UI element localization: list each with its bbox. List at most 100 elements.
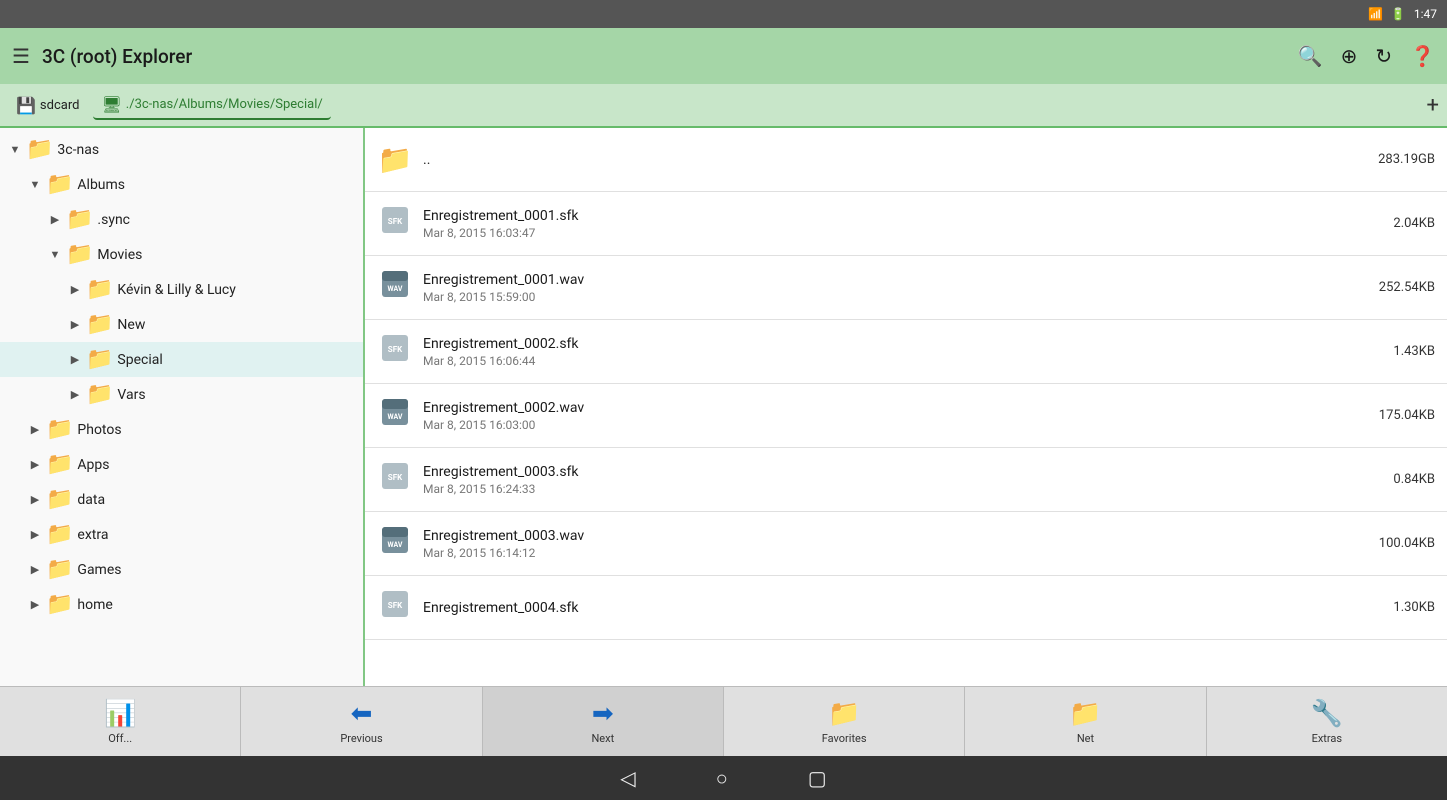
nav-item-net[interactable]: 📁Net bbox=[965, 687, 1206, 756]
file-name: Enregistrement_0001.wav bbox=[423, 272, 1369, 288]
sidebar-item-Games[interactable]: ▶📁Games bbox=[0, 552, 363, 587]
file-size: 100.04KB bbox=[1379, 536, 1435, 551]
file-name: Enregistrement_0003.sfk bbox=[423, 464, 1383, 480]
arrow-icon: ▶ bbox=[28, 493, 42, 506]
sidebar-item-Kevin[interactable]: ▶📁Kévin & Lilly & Lucy bbox=[0, 272, 363, 307]
sidebar-item-.sync[interactable]: ▶ 📁.sync bbox=[0, 202, 363, 237]
folder-icon: 📁 bbox=[46, 487, 73, 512]
file-icon-sfk: SFK bbox=[377, 333, 413, 370]
folder-icon: 📁 bbox=[46, 592, 73, 617]
add-icon[interactable]: ⊕ bbox=[1341, 44, 1358, 68]
sidebar-item-Apps[interactable]: ▶📁Apps bbox=[0, 447, 363, 482]
file-icon-sfk: SFK bbox=[377, 205, 413, 242]
breadcrumb-sdcard[interactable]: 💾 sdcard bbox=[8, 92, 87, 119]
file-row[interactable]: 📁.. 283.19GB bbox=[365, 128, 1447, 192]
svg-text:SFK: SFK bbox=[388, 473, 403, 482]
offline-nav-label: Off... bbox=[108, 732, 132, 745]
file-row[interactable]: WAV Enregistrement_0003.wavMar 8, 2015 16… bbox=[365, 512, 1447, 576]
sidebar-item-label: Kévin & Lilly & Lucy bbox=[117, 282, 235, 298]
svg-text:WAV: WAV bbox=[388, 541, 403, 549]
folder-icon: 📁 bbox=[86, 277, 113, 302]
file-row[interactable]: WAVEnregistrement_0002.wavMar 8, 2015 16… bbox=[365, 384, 1447, 448]
file-date: Mar 8, 2015 16:24:33 bbox=[423, 482, 1383, 496]
time-display: 1:47 bbox=[1414, 7, 1437, 21]
sidebar-item-home[interactable]: ▶📁home bbox=[0, 587, 363, 622]
sidebar-item-data[interactable]: ▶ 📁data bbox=[0, 482, 363, 517]
recents-button[interactable]: ▢ bbox=[808, 766, 827, 790]
nav-item-extras[interactable]: 🔧Extras bbox=[1207, 687, 1447, 756]
file-name: .. bbox=[423, 152, 1368, 168]
sidebar: ▼📁3c-nas▼📁Albums▶📁.sync▼📁Movies▶📁Kévin &… bbox=[0, 128, 365, 686]
menu-icon[interactable]: ☰ bbox=[12, 44, 30, 68]
arrow-icon: ▶ bbox=[28, 563, 42, 576]
file-date: Mar 8, 2015 16:06:44 bbox=[423, 354, 1383, 368]
arrow-icon: ▶ bbox=[48, 213, 62, 226]
signal-icon: 📶 bbox=[1368, 7, 1383, 21]
svg-text:SFK: SFK bbox=[388, 601, 403, 610]
file-size: 1.43KB bbox=[1393, 344, 1435, 359]
file-size: 0.84KB bbox=[1393, 472, 1435, 487]
breadcrumb-nas[interactable]: 🖥 ./3c-nas/Albums/Movies/Special/ bbox=[93, 91, 330, 120]
file-date: Mar 8, 2015 15:59:00 bbox=[423, 290, 1369, 304]
sidebar-item-label: .sync bbox=[97, 212, 130, 228]
app-title: 3C (root) Explorer bbox=[42, 45, 1286, 68]
breadcrumb-sdcard-label: sdcard bbox=[40, 98, 80, 113]
file-row[interactable]: SFKEnregistrement_0004.sfk1.30KB bbox=[365, 576, 1447, 640]
breadcrumb-add-button[interactable]: + bbox=[1427, 93, 1439, 118]
arrow-icon: ▶ bbox=[28, 423, 42, 436]
file-list: 📁.. 283.19GB SFK Enregistrement_0001.sfk Mar… bbox=[365, 128, 1447, 686]
file-row[interactable]: SFKEnregistrement_0002.sfkMar 8, 2015 16… bbox=[365, 320, 1447, 384]
sidebar-item-3c-nas[interactable]: ▼📁3c-nas bbox=[0, 132, 363, 167]
next-nav-label: Next bbox=[591, 732, 614, 745]
file-date: Mar 8, 2015 16:03:47 bbox=[423, 226, 1383, 240]
sidebar-item-Movies[interactable]: ▼📁Movies bbox=[0, 237, 363, 272]
sidebar-item-label: Special bbox=[117, 352, 162, 368]
sidebar-item-extra[interactable]: ▶📁extra bbox=[0, 517, 363, 552]
file-icon-folder: 📁 bbox=[377, 143, 413, 176]
file-size: 2.04KB bbox=[1393, 216, 1435, 231]
folder-icon: 📁 bbox=[86, 312, 113, 337]
file-info: Enregistrement_0003.wavMar 8, 2015 16:14… bbox=[423, 528, 1369, 560]
file-row[interactable]: WAVEnregistrement_0001.wavMar 8, 2015 15… bbox=[365, 256, 1447, 320]
status-bar: 📶 🔋 1:47 bbox=[0, 0, 1447, 28]
folder-icon: 📁 bbox=[86, 347, 113, 372]
folder-icon: 📁 bbox=[46, 557, 73, 582]
svg-text:SFK: SFK bbox=[388, 217, 403, 226]
folder-icon: 📁 bbox=[66, 207, 93, 232]
file-icon-sfk: SFK bbox=[377, 461, 413, 498]
file-size: 1.30KB bbox=[1393, 600, 1435, 615]
sidebar-item-label: data bbox=[77, 492, 105, 508]
refresh-icon[interactable]: ↻ bbox=[1375, 44, 1392, 68]
nav-item-offline[interactable]: 📊 Off... bbox=[0, 687, 241, 756]
help-icon[interactable]: ❓ bbox=[1410, 44, 1435, 68]
file-info: Enregistrement_0001.wav Mar 8, 2015 15:59… bbox=[423, 272, 1369, 304]
file-icon-wav: WAV bbox=[377, 525, 413, 562]
nav-item-previous[interactable]: ⬅Previous bbox=[241, 687, 482, 756]
toolbar-icons: 🔍 ⊕ ↻ ❓ bbox=[1298, 44, 1435, 68]
folder-icon: 📁 bbox=[46, 452, 73, 477]
sidebar-item-label: Vars bbox=[117, 387, 145, 403]
previous-nav-label: Previous bbox=[340, 732, 382, 745]
file-row[interactable]: SFK Enregistrement_0003.sfk Mar 8, 2015 16… bbox=[365, 448, 1447, 512]
file-info: .. bbox=[423, 152, 1368, 168]
sidebar-item-Special[interactable]: ▶📁Special bbox=[0, 342, 363, 377]
arrow-icon: ▼ bbox=[8, 143, 22, 156]
file-row[interactable]: SFK Enregistrement_0001.sfk Mar 8, 2015 16… bbox=[365, 192, 1447, 256]
nav-item-next[interactable]: ➡Next bbox=[483, 687, 724, 756]
arrow-icon: ▶ bbox=[28, 528, 42, 541]
back-button[interactable]: ◁ bbox=[620, 766, 635, 790]
home-button[interactable]: ○ bbox=[716, 766, 728, 791]
sidebar-item-Vars[interactable]: ▶📁Vars bbox=[0, 377, 363, 412]
file-name: Enregistrement_0001.sfk bbox=[423, 208, 1383, 224]
sidebar-item-New[interactable]: ▶ 📁New bbox=[0, 307, 363, 342]
nav-item-favorites[interactable]: 📁Favorites bbox=[724, 687, 965, 756]
file-size: 283.19GB bbox=[1378, 152, 1435, 167]
sidebar-item-label: Photos bbox=[77, 422, 121, 438]
sidebar-item-Photos[interactable]: ▶📁Photos bbox=[0, 412, 363, 447]
sidebar-item-label: New bbox=[117, 317, 145, 333]
arrow-icon: ▶ bbox=[68, 318, 82, 331]
sidebar-item-Albums[interactable]: ▼📁Albums bbox=[0, 167, 363, 202]
offline-nav-icon: 📊 bbox=[104, 699, 136, 729]
search-icon[interactable]: 🔍 bbox=[1298, 44, 1323, 68]
extras-nav-label: Extras bbox=[1312, 732, 1342, 745]
